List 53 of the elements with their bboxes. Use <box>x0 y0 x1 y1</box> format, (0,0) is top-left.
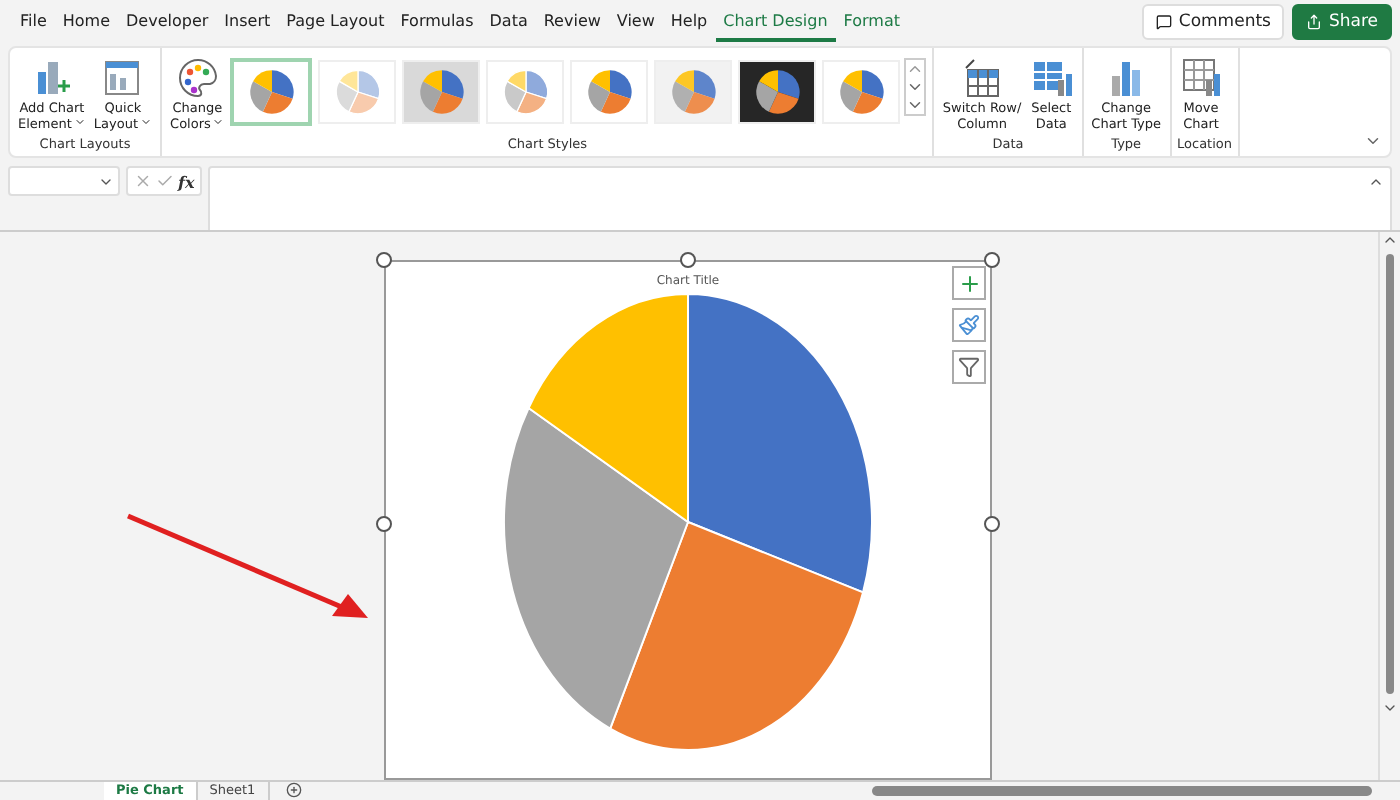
brush-icon <box>958 314 980 336</box>
plus-icon <box>957 271 981 295</box>
menu-tab[interactable]: Data <box>481 3 536 42</box>
menu-tab[interactable]: File <box>12 3 55 42</box>
scroll-down-icon[interactable] <box>1382 700 1398 716</box>
collapse-icon[interactable] <box>1364 132 1382 150</box>
style-brush-button[interactable] <box>952 308 986 342</box>
filter-button[interactable] <box>952 350 986 384</box>
menu-tab[interactable]: Formulas <box>392 3 482 42</box>
resize-handle[interactable] <box>984 516 1000 532</box>
menu-tab[interactable]: Chart Design <box>715 3 836 42</box>
pie-style-icon <box>245 65 298 118</box>
caret-icon <box>73 115 86 128</box>
switch-rows-icon <box>960 55 1005 100</box>
gallery-scroll[interactable] <box>904 57 927 116</box>
menu-tab[interactable]: Developer <box>118 3 217 42</box>
pie-style-icon <box>835 65 888 118</box>
palette-icon <box>175 55 220 100</box>
pie-style-icon <box>499 65 552 118</box>
formula-field[interactable] <box>208 166 1392 234</box>
resize-handle[interactable] <box>376 252 392 268</box>
vertical-scrollbar[interactable] <box>1378 232 1400 780</box>
menu-tab[interactable]: Home <box>54 3 119 42</box>
share-icon <box>1306 14 1323 31</box>
menu-tab[interactable]: Format <box>835 3 908 42</box>
layout-icon <box>100 55 145 100</box>
comments-button[interactable]: Comments <box>1142 4 1285 41</box>
filter-icon <box>958 356 980 378</box>
comment-icon <box>1156 14 1173 31</box>
menu-tab[interactable]: Help <box>662 3 716 42</box>
scroll-up-icon[interactable] <box>1382 232 1398 248</box>
menu-tab[interactable]: Review <box>535 3 609 42</box>
add-sheet-icon[interactable] <box>285 782 302 798</box>
caret-icon <box>140 115 153 128</box>
share-button[interactable]: Share <box>1292 4 1392 41</box>
add-element-button[interactable] <box>952 266 986 300</box>
insert-function-button[interactable]: fx <box>178 171 195 191</box>
move-chart-icon <box>1179 55 1224 100</box>
pie-style-icon <box>667 65 720 118</box>
pie-style-icon <box>331 65 384 118</box>
menu-tab[interactable]: View <box>608 3 663 42</box>
pie-style-icon <box>751 65 804 118</box>
resize-handle[interactable] <box>680 252 696 268</box>
caret-icon <box>212 115 225 128</box>
menu-tab[interactable]: Insert <box>216 3 279 42</box>
chart-style-thumbnail[interactable] <box>230 57 313 126</box>
menu-tab[interactable]: Page Layout <box>278 3 393 42</box>
pie-style-icon <box>415 65 468 118</box>
pie-style-icon <box>583 65 636 118</box>
resize-handle[interactable] <box>376 516 392 532</box>
horizontal-scrollbar[interactable] <box>872 786 1372 796</box>
expand-icon[interactable] <box>1368 174 1384 190</box>
resize-handle[interactable] <box>984 252 1000 268</box>
